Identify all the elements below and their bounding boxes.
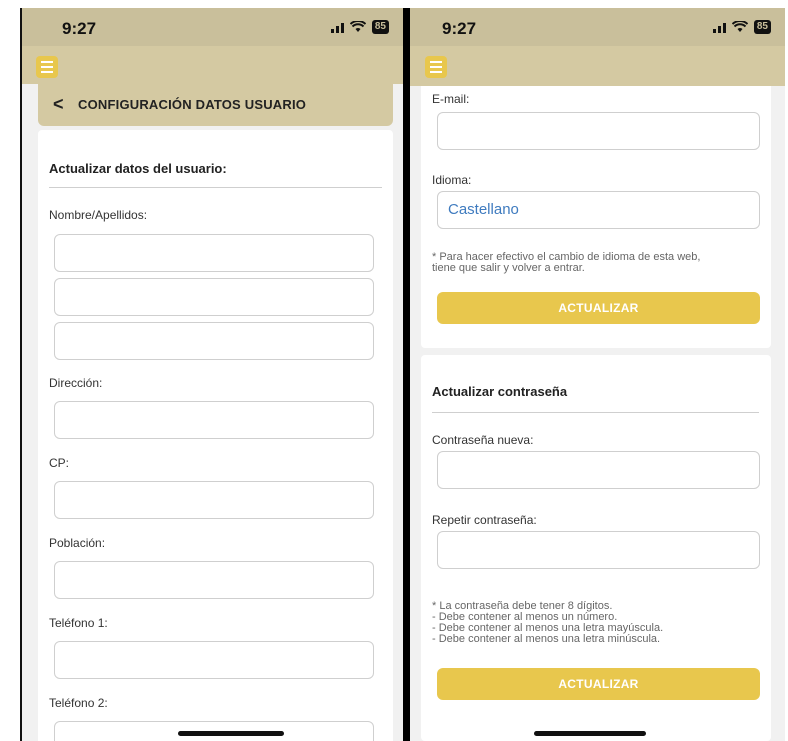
poblacion-label: Población: [49, 536, 106, 550]
new-password-label: Contraseña nueva: [432, 433, 534, 447]
direccion-field[interactable] [54, 401, 374, 439]
repeat-password-field[interactable] [437, 531, 760, 569]
battery-icon: 85 [371, 20, 389, 34]
status-bar: 9:27 85 [22, 8, 403, 46]
idioma-note: * Para hacer efectivo el cambio de idiom… [432, 251, 701, 274]
repeat-password-label: Repetir contraseña: [432, 513, 537, 527]
idioma-select[interactable]: Castellano [437, 191, 760, 229]
poblacion-field[interactable] [54, 561, 374, 599]
signal-icon [712, 21, 726, 33]
user-data-card: Actualizar datos del usuario: Nombre/Ape… [38, 130, 393, 741]
update-user-button[interactable]: ACTUALIZAR [437, 292, 760, 324]
menu-icon[interactable] [425, 56, 447, 78]
apellido1-field[interactable] [54, 278, 374, 316]
divider [432, 412, 759, 413]
section-heading: Actualizar contraseña [432, 384, 568, 399]
status-icons: 85 [330, 20, 389, 34]
email-label: E-mail: [432, 92, 470, 106]
cp-field[interactable] [54, 481, 374, 519]
telefono2-label: Teléfono 2: [49, 696, 108, 710]
status-bar: 9:27 85 [410, 8, 785, 46]
status-time: 9:27 [62, 19, 97, 38]
nombre-field[interactable] [54, 234, 374, 272]
cp-label: CP: [49, 456, 70, 470]
direccion-label: Dirección: [49, 376, 103, 390]
telefono1-label: Teléfono 1: [49, 616, 108, 630]
idioma-label: Idioma: [432, 173, 472, 187]
signal-icon [330, 21, 344, 33]
user-data-card-continued: E-mail: Idioma: Castellano * Para hacer … [421, 86, 771, 348]
apellido2-field[interactable] [54, 322, 374, 360]
section-heading: Actualizar datos del usuario: [49, 161, 227, 176]
app-bar [22, 46, 403, 84]
home-indicator [534, 731, 646, 736]
back-chevron-icon[interactable]: < [53, 94, 64, 115]
page-title-bar: < CONFIGURACIÓN DATOS USUARIO [38, 84, 393, 126]
phone-screen-right: 9:27 85 E-mail: Idioma: Castellano * Par… [410, 8, 785, 741]
status-icons: 85 [712, 20, 771, 34]
status-time: 9:27 [442, 19, 477, 38]
telefono1-field[interactable] [54, 641, 374, 679]
email-field[interactable] [437, 112, 760, 150]
screen-divider [403, 8, 410, 741]
battery-icon: 85 [753, 20, 771, 34]
page-title: CONFIGURACIÓN DATOS USUARIO [78, 97, 307, 112]
update-password-button[interactable]: ACTUALIZAR [437, 668, 760, 700]
password-rules: * La contraseña debe tener 8 dígitos. - … [432, 600, 664, 645]
home-indicator [178, 731, 284, 736]
wifi-icon [731, 21, 748, 32]
wifi-icon [349, 21, 366, 32]
phone-screen-left: 9:27 85 < CONFIGURACIÓN DATOS USUARIO Ac… [22, 8, 403, 741]
password-card: Actualizar contraseña Contraseña nueva: … [421, 355, 771, 741]
divider [49, 187, 382, 188]
nombre-label: Nombre/Apellidos: [49, 208, 148, 222]
app-bar [410, 46, 785, 86]
new-password-field[interactable] [437, 451, 760, 489]
menu-icon[interactable] [36, 56, 58, 78]
